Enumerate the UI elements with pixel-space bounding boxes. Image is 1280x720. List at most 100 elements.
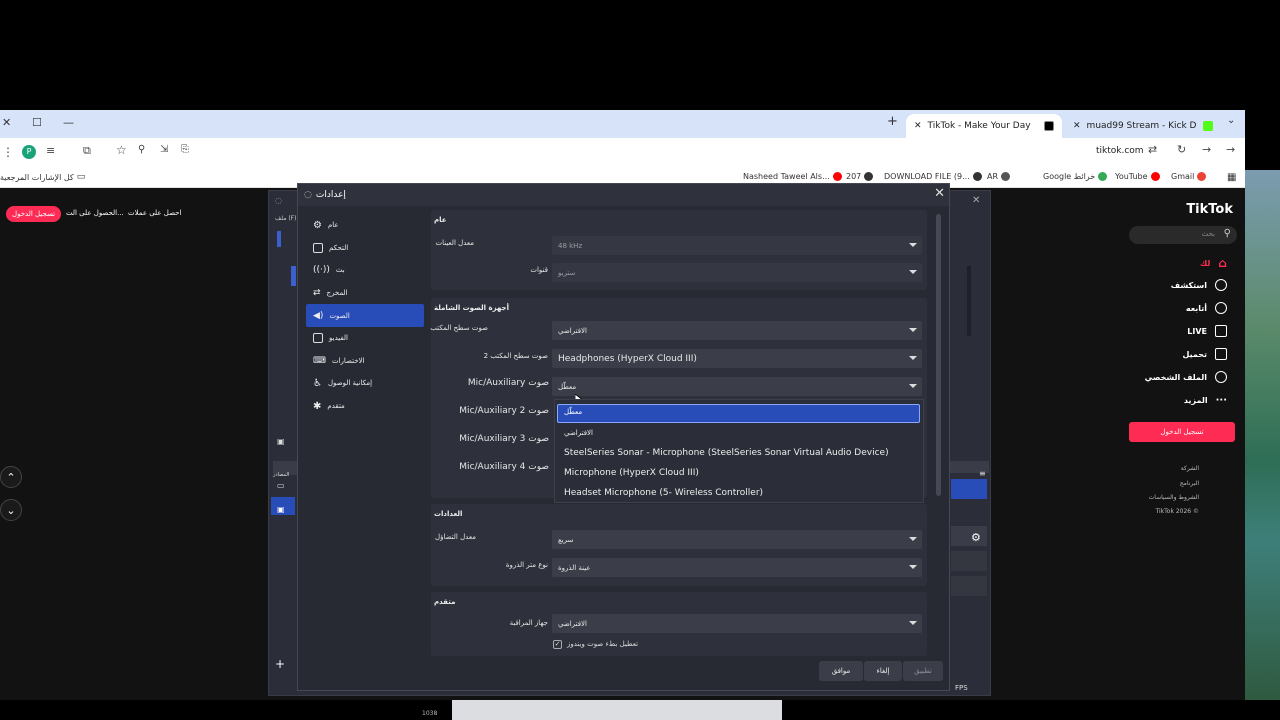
forward-icon[interactable]: → — [1202, 143, 1211, 156]
bookmark-item[interactable]: Nasheed Taweel Als... — [743, 172, 842, 181]
nav-more[interactable]: المزيد ··· — [1184, 395, 1227, 406]
desktop-audio-select[interactable]: الافتراضي — [552, 321, 922, 340]
new-tab-icon[interactable]: + — [887, 114, 898, 129]
dropdown-option-hyperx-mic[interactable]: Microphone (HyperX Cloud III) — [564, 468, 699, 478]
media-icon[interactable]: ≡ — [46, 144, 55, 157]
tiktok-logo[interactable]: TikTok — [1186, 202, 1233, 217]
search-input[interactable]: بحث — [1202, 230, 1215, 238]
footer-link[interactable]: البرنامج — [1180, 480, 1199, 487]
site-settings-icon[interactable]: ⇄ — [1148, 143, 1157, 156]
fps-label: FPS — [955, 684, 968, 692]
bookmark-item[interactable]: Gmail — [1171, 172, 1207, 181]
dropdown-option-disabled[interactable]: معطّل — [564, 408, 582, 416]
tab-kick[interactable]: ✕ muad99 Stream - Kick Dashbo — [1065, 114, 1221, 138]
control-button[interactable] — [951, 576, 987, 596]
bookmark-item[interactable]: YouTube — [1115, 172, 1160, 181]
dropdown-option-headset-mic[interactable]: Headset Microphone (5- Wireless Controll… — [564, 488, 763, 498]
get-coins-link[interactable]: احصل على عملات — [128, 209, 181, 217]
minimize-icon[interactable]: — — [63, 116, 74, 129]
sidebar-item-accessibility[interactable]: ♿ إمكانية الوصول — [306, 372, 424, 395]
ducking-label: تعطيل بطء صوت ويندوز — [567, 640, 639, 648]
close-tab-icon[interactable]: ✕ — [1073, 121, 1081, 131]
dropdown-option-sonar-mic[interactable]: SteelSeries Sonar - Microphone (SteelSer… — [564, 448, 889, 458]
selected-row[interactable] — [951, 479, 987, 499]
ok-button[interactable]: موافق — [819, 661, 863, 681]
add-icon[interactable]: + — [275, 657, 285, 671]
bookmark-label: 207 — [846, 172, 862, 181]
bookmark-item[interactable]: DOWNLOAD FILE (9... — [884, 172, 982, 181]
cancel-button[interactable]: إلغاء — [864, 661, 902, 681]
sidebar-item-advanced[interactable]: ✱ متقدم — [306, 395, 424, 418]
peak-meter-select[interactable]: عينة الذروة — [552, 558, 922, 577]
zoom-icon[interactable]: ⚲ — [138, 144, 145, 155]
reload-icon[interactable]: ↻ — [1177, 143, 1186, 156]
bookmark-item[interactable]: AR — [987, 172, 1011, 181]
bookmark-star-icon[interactable]: ☆ — [116, 143, 127, 157]
login-button[interactable]: تسجيل الدخول — [1129, 422, 1235, 442]
nav-upload[interactable]: تحميل — [1182, 348, 1227, 360]
select-value: ستريو — [558, 268, 576, 277]
ducking-checkbox[interactable]: ✓ — [553, 640, 562, 649]
mic-aux-select[interactable]: معطّل — [552, 377, 922, 396]
control-button[interactable] — [951, 551, 987, 571]
all-bookmarks[interactable]: كل الإشارات المرجعية ▭ — [0, 172, 85, 182]
image-icon: ▣ — [277, 505, 285, 514]
profile-icon — [1215, 371, 1227, 383]
monitoring-device-select[interactable]: الافتراضي — [552, 614, 922, 633]
get-app-link[interactable]: الحصول على الت... — [66, 209, 124, 217]
nav-profile[interactable]: الملف الشخصي — [1145, 371, 1227, 383]
mic-aux-2-label: Mic/Auxiliary 2 صوت — [459, 406, 549, 416]
selected-source[interactable]: ▣ — [271, 497, 295, 515]
sidebar-item-stream[interactable]: ((·)) بث — [306, 259, 424, 282]
extensions-icon[interactable]: ⧉ — [83, 144, 91, 158]
scrollbar[interactable] — [936, 214, 941, 496]
sidebar-item-output[interactable]: ⇄ المخرج — [306, 282, 424, 305]
menu-icon[interactable]: ≡ — [979, 469, 986, 478]
menu-file[interactable]: ملف (F) — [275, 215, 296, 222]
sidebar-item-label: الاختصارات — [332, 356, 365, 365]
nav-label: لك — [1199, 258, 1211, 268]
maximize-icon[interactable]: ☐ — [32, 116, 42, 129]
close-window-icon[interactable]: ✕ — [2, 116, 11, 129]
nav-live[interactable]: LIVE — [1187, 325, 1227, 337]
install-icon[interactable]: ⇲ — [160, 144, 168, 155]
url-text[interactable]: tiktok.com — [1096, 146, 1144, 156]
avatar[interactable]: P — [22, 145, 36, 159]
tab-tiktok[interactable]: ✕ TikTok - Make Your Day — [906, 114, 1062, 138]
frame-count: 1038 — [422, 710, 438, 717]
channels-select[interactable]: ستريو — [552, 263, 922, 282]
footer-link[interactable]: الشروط والسياسات — [1149, 494, 1199, 501]
apply-button[interactable]: تطبيق — [903, 661, 943, 681]
sidebar-item-general[interactable]: ⚙ عام — [306, 214, 424, 237]
speaker-icon: ◀) — [313, 310, 324, 321]
nav-following[interactable]: أتابعه — [1186, 302, 1227, 314]
select-value: الافتراضي — [558, 326, 587, 335]
sample-rate-select[interactable]: 48 kHz — [552, 236, 922, 255]
select-value: عينة الذروة — [558, 563, 591, 572]
login-top-button[interactable]: تسجيل الدخول — [6, 206, 62, 222]
nav-for-you[interactable]: لك ⌂ — [1200, 256, 1227, 270]
menu-dots-icon[interactable]: ⋮ — [2, 145, 14, 159]
desktop-wallpaper — [1245, 170, 1280, 700]
sidebar-item-hotkeys[interactable]: ⌨ الاختصارات — [306, 350, 424, 373]
chevron-up-icon[interactable]: ⌃ — [0, 466, 22, 488]
footer-link[interactable]: الشركة — [1181, 465, 1199, 472]
search-box[interactable]: بحث ⚲ — [1129, 226, 1237, 244]
chevron-down-icon[interactable]: ⌄ — [1227, 115, 1235, 126]
bookmark-item[interactable]: Google خرائط — [1043, 172, 1108, 181]
sidebar-item-label: عام — [327, 221, 339, 230]
close-icon[interactable]: ✕ — [934, 186, 945, 201]
decay-rate-select[interactable]: سريع — [552, 530, 922, 549]
bookmark-item[interactable]: 207 — [846, 172, 874, 181]
dropdown-option-default[interactable]: الافتراضي — [564, 429, 593, 437]
desktop-audio-2-select[interactable]: Headphones (HyperX Cloud III) — [552, 349, 922, 368]
translate-icon[interactable]: ⎘ — [181, 144, 189, 155]
apps-grid-icon[interactable]: ▦ — [1227, 172, 1236, 183]
close-icon[interactable]: ✕ — [972, 195, 980, 206]
chevron-down-icon[interactable]: ⌄ — [0, 499, 22, 521]
search-icon[interactable]: ⚲ — [1224, 228, 1231, 239]
back-icon[interactable]: → — [1226, 143, 1235, 156]
close-tab-icon[interactable]: ✕ — [914, 121, 922, 131]
nav-explore[interactable]: استكشف — [1171, 279, 1227, 291]
settings-button[interactable]: ⚙ — [951, 526, 987, 546]
